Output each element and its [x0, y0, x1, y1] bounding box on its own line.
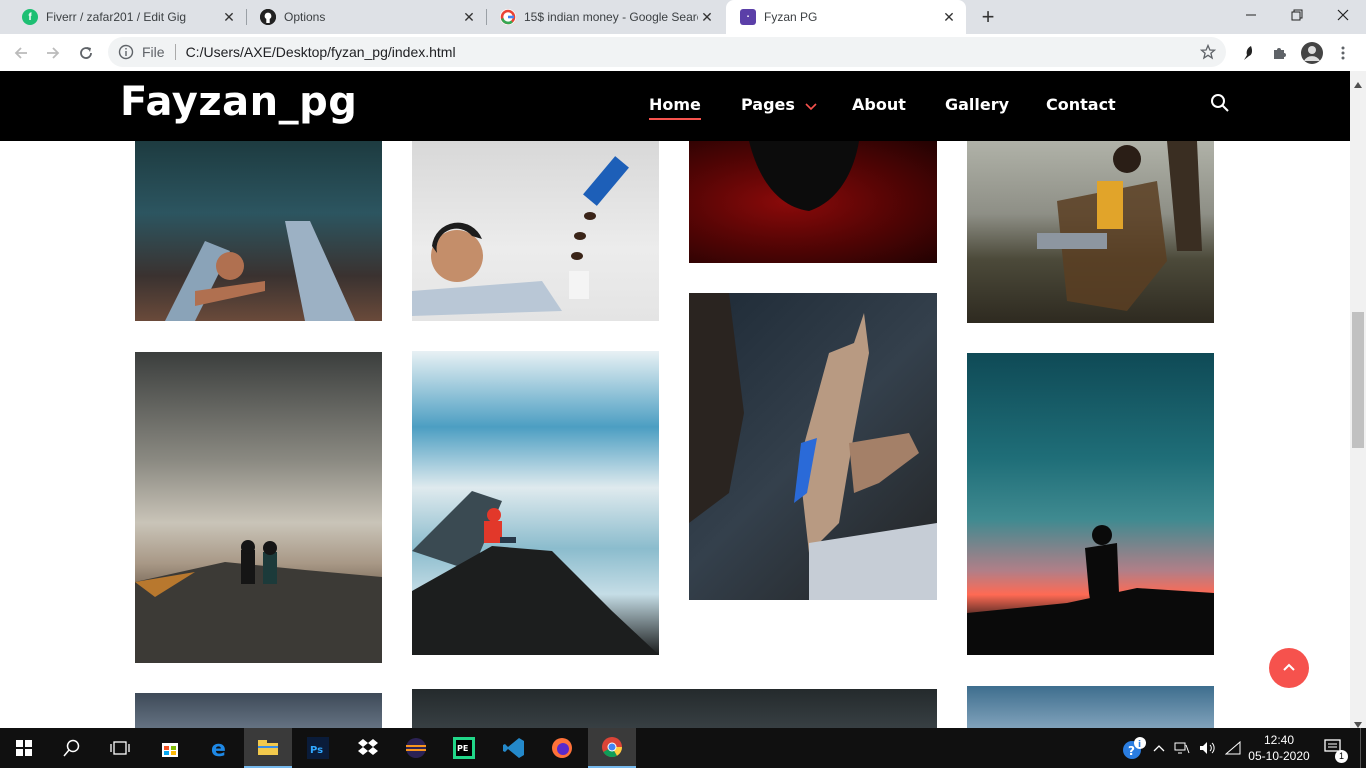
firefox-icon[interactable] [538, 728, 586, 768]
nav-home[interactable]: Home [649, 95, 701, 120]
photo-red-dark[interactable] [689, 141, 937, 263]
photoshop-icon[interactable]: Ps [294, 728, 342, 768]
clock-time: 12:40 [1263, 733, 1295, 747]
close-window-button[interactable] [1320, 0, 1366, 30]
forward-button[interactable] [40, 40, 66, 66]
svg-text:PE: PE [457, 744, 468, 753]
tab-title: Options [284, 10, 326, 24]
site-header: Fayzan_pg Home Pages About Gallery Conta… [0, 71, 1350, 141]
photo-sky-bottom-right[interactable] [967, 686, 1214, 728]
windows-taskbar: e Ps PE ? i 12:40 05-10-2020 1 [0, 728, 1366, 768]
nav-contact[interactable]: Contact [1046, 95, 1116, 114]
reload-button[interactable] [73, 40, 99, 66]
browser-toolbar: File C:/Users/AXE/Desktop/fyzan_pg/index… [0, 34, 1366, 72]
browser-menu-icon[interactable] [1330, 40, 1356, 66]
show-desktop-button[interactable] [1360, 728, 1366, 768]
close-tab-icon[interactable]: ✕ [460, 9, 478, 26]
network-icon[interactable] [1170, 728, 1194, 768]
svg-text:e: e [211, 737, 226, 759]
show-hidden-icons-chevron-icon[interactable] [1150, 728, 1168, 768]
tab-fiverr[interactable]: f Fiverr / zafar201 / Edit Gig ✕ [8, 0, 246, 34]
google-icon [500, 9, 516, 25]
photo-boy-cookies[interactable] [412, 141, 659, 321]
bookmark-star-icon[interactable] [1199, 43, 1217, 63]
search-icon[interactable] [1210, 93, 1230, 118]
site-logo[interactable]: Fayzan_pg [120, 79, 357, 125]
nav-pages-label: Pages [741, 95, 795, 114]
store-icon[interactable] [146, 728, 194, 768]
eclipse-icon[interactable] [392, 728, 440, 768]
taskbar-search-icon[interactable] [48, 728, 96, 768]
photo-silhouette-sunset[interactable] [967, 353, 1214, 655]
volume-icon[interactable] [1196, 728, 1220, 768]
photo-man-chair[interactable] [967, 141, 1214, 323]
wifi-icon[interactable] [1222, 728, 1244, 768]
github-icon [260, 9, 276, 25]
file-explorer-icon[interactable] [244, 728, 292, 768]
system-clock[interactable]: 12:40 05-10-2020 [1246, 728, 1312, 768]
extension-bird-icon[interactable] [1236, 40, 1262, 66]
address-bar[interactable]: File C:/Users/AXE/Desktop/fyzan_pg/index… [108, 37, 1226, 67]
clock-date: 05-10-2020 [1248, 749, 1310, 763]
tab-options[interactable]: Options ✕ [246, 0, 486, 34]
close-tab-icon[interactable]: ✕ [940, 9, 958, 26]
scrollbar-thumb[interactable] [1352, 312, 1364, 448]
help-icon[interactable]: ? i [1118, 728, 1148, 768]
photo-man-red-mountain[interactable] [412, 351, 659, 655]
notification-count-badge: 1 [1335, 750, 1348, 763]
svg-text:Ps: Ps [310, 745, 323, 756]
active-nav-underline [649, 118, 701, 120]
chrome-icon[interactable] [588, 728, 636, 768]
chevron-down-icon [804, 96, 817, 115]
fiverr-icon: f [22, 9, 38, 25]
close-tab-icon[interactable]: ✕ [698, 9, 716, 26]
svg-text:i: i [1138, 740, 1141, 750]
photo-couple-clouds[interactable] [135, 352, 382, 663]
url-scheme-label: File [142, 44, 165, 60]
vscode-icon[interactable] [490, 728, 538, 768]
task-view-icon[interactable] [96, 728, 144, 768]
minimize-button[interactable] [1228, 0, 1274, 30]
photo-sea-feet[interactable] [135, 141, 382, 321]
photo-hands-butterfly[interactable] [689, 293, 937, 600]
info-icon[interactable] [118, 44, 134, 60]
tab-google-search[interactable]: 15$ indian money - Google Search ✕ [486, 0, 724, 34]
url-text: C:/Users/AXE/Desktop/fyzan_pg/index.html [185, 44, 456, 60]
browser-tab-strip: f Fiverr / zafar201 / Edit Gig ✕ Options… [0, 0, 1366, 34]
tab-title: Fiverr / zafar201 / Edit Gig [46, 10, 187, 24]
nav-about[interactable]: About [852, 95, 906, 114]
extensions-puzzle-icon[interactable] [1266, 40, 1292, 66]
pycharm-icon[interactable]: PE [440, 728, 488, 768]
edge-icon[interactable]: e [196, 728, 244, 768]
back-button[interactable] [8, 40, 34, 66]
page-scrollbar[interactable] [1350, 71, 1366, 728]
tab-fyzan-pg[interactable]: ▪ Fyzan PG ✕ [726, 0, 966, 34]
close-tab-icon[interactable]: ✕ [220, 9, 238, 26]
nav-pages[interactable]: Pages [741, 95, 817, 115]
tab-title: 15$ indian money - Google Search [524, 10, 698, 24]
photo-dark-wide-bottom[interactable] [412, 689, 937, 728]
svg-text:?: ? [1128, 744, 1135, 758]
nav-home-label: Home [649, 95, 701, 114]
scroll-up-arrow-icon[interactable] [1354, 75, 1362, 93]
tab-title: Fyzan PG [764, 10, 818, 24]
new-tab-button[interactable]: + [976, 5, 1000, 29]
url-divider [174, 44, 176, 60]
chevron-up-icon [1282, 659, 1296, 677]
profile-avatar[interactable] [1299, 40, 1325, 66]
back-to-top-button[interactable] [1269, 648, 1309, 688]
windows-start-icon[interactable] [0, 728, 48, 768]
photo-sky-bottom-left[interactable] [135, 693, 382, 728]
photo-gallery [0, 141, 1350, 728]
dropbox-icon[interactable] [344, 728, 392, 768]
colorlib-icon: ▪ [740, 9, 756, 25]
notification-center[interactable]: 1 [1318, 728, 1348, 768]
nav-gallery[interactable]: Gallery [945, 95, 1009, 114]
restore-button[interactable] [1274, 0, 1320, 30]
